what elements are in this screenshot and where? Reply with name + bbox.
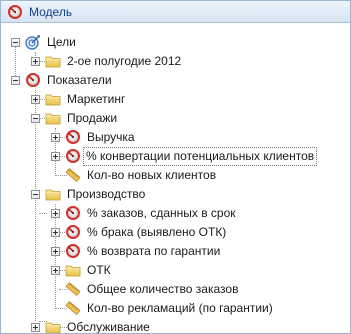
expand-toggle-orders-on-time[interactable] [51,209,60,218]
gauge-icon [65,243,81,259]
tree-label-conversion: % конвертации потенциальных клиентов [83,147,318,166]
tree-node-goals[interactable]: Цели [1,33,350,52]
tree-node-conversion[interactable]: % конвертации потенциальных клиентов [1,147,350,166]
ruler-icon [65,300,81,316]
model-panel: Модель Цели 2-ое полугодие 2012 Показате… [0,0,351,334]
gauge-icon [7,4,23,20]
tree-node-defects[interactable]: % брака (выявлено ОТК) [1,223,350,242]
tree-node-sales[interactable]: Продажи [1,109,350,128]
tree-node-total-orders[interactable]: Общее количество заказов [1,280,350,299]
tree-node-service[interactable]: Обслуживание [1,318,350,334]
tree-node-period-2012[interactable]: 2-ое полугодие 2012 [1,52,350,71]
panel-header: Модель [1,1,350,23]
model-tree[interactable]: Цели 2-ое полугодие 2012 Показатели Марк… [1,23,350,334]
folder-icon [65,262,81,278]
expand-toggle-defects[interactable] [51,228,60,237]
tree-label-indicators: Показатели [47,73,112,87]
gauge-icon [65,148,81,164]
tree-node-revenue[interactable]: Выручка [1,128,350,147]
tree-label-warranty-returns: % возврата по гарантии [87,244,221,258]
tree-node-warranty-claims[interactable]: Кол-во рекламаций (по гарантии) [1,299,350,318]
folder-icon [45,91,61,107]
tree-label-revenue: Выручка [87,130,135,144]
expand-toggle-service[interactable] [31,323,40,332]
tree-label-total-orders: Общее количество заказов [87,282,239,296]
gauge-icon [25,72,41,88]
ruler-icon [65,281,81,297]
tree-node-warranty-returns[interactable]: % возврата по гарантии [1,242,350,261]
tree-label-marketing: Маркетинг [67,92,126,106]
tree-label-service: Обслуживание [67,320,150,334]
panel-title: Модель [29,4,73,19]
expand-toggle-qc-folder[interactable] [51,266,60,275]
expand-toggle-warranty-returns[interactable] [51,247,60,256]
gauge-icon [65,205,81,221]
expand-toggle-marketing[interactable] [31,95,40,104]
tree-label-goals: Цели [47,35,76,49]
tree-node-indicators[interactable]: Показатели [1,71,350,90]
collapse-toggle-goals[interactable] [11,38,20,47]
folder-icon [45,53,61,69]
collapse-toggle-indicators[interactable] [11,76,20,85]
tree-label-production: Производство [67,187,146,201]
tree-label-orders-on-time: % заказов, сданных в срок [87,206,236,220]
tree-node-orders-on-time[interactable]: % заказов, сданных в срок [1,204,350,223]
collapse-toggle-production[interactable] [31,190,40,199]
folder-open-icon [45,110,61,126]
tree-node-production[interactable]: Производство [1,185,350,204]
folder-open-icon [45,186,61,202]
tree-label-qc-folder: ОТК [87,263,111,277]
expand-toggle-period-2012[interactable] [31,57,40,66]
goal-icon [25,34,41,50]
gauge-icon [65,224,81,240]
folder-icon [45,319,61,334]
expand-toggle-conversion[interactable] [51,152,60,161]
ruler-icon [65,167,81,183]
expand-toggle-revenue[interactable] [51,133,60,142]
collapse-toggle-sales[interactable] [31,114,40,123]
tree-label-sales: Продажи [67,111,118,125]
tree-label-period-2012: 2-ое полугодие 2012 [67,54,182,68]
tree-label-defects: % брака (выявлено ОТК) [87,225,227,239]
tree-node-marketing[interactable]: Маркетинг [1,90,350,109]
tree-label-warranty-claims: Кол-во рекламаций (по гарантии) [87,301,273,315]
tree-node-new-clients[interactable]: Кол-во новых клиентов [1,166,350,185]
tree-node-qc-folder[interactable]: ОТК [1,261,350,280]
gauge-icon [65,129,81,145]
tree-label-new-clients: Кол-во новых клиентов [87,168,217,182]
